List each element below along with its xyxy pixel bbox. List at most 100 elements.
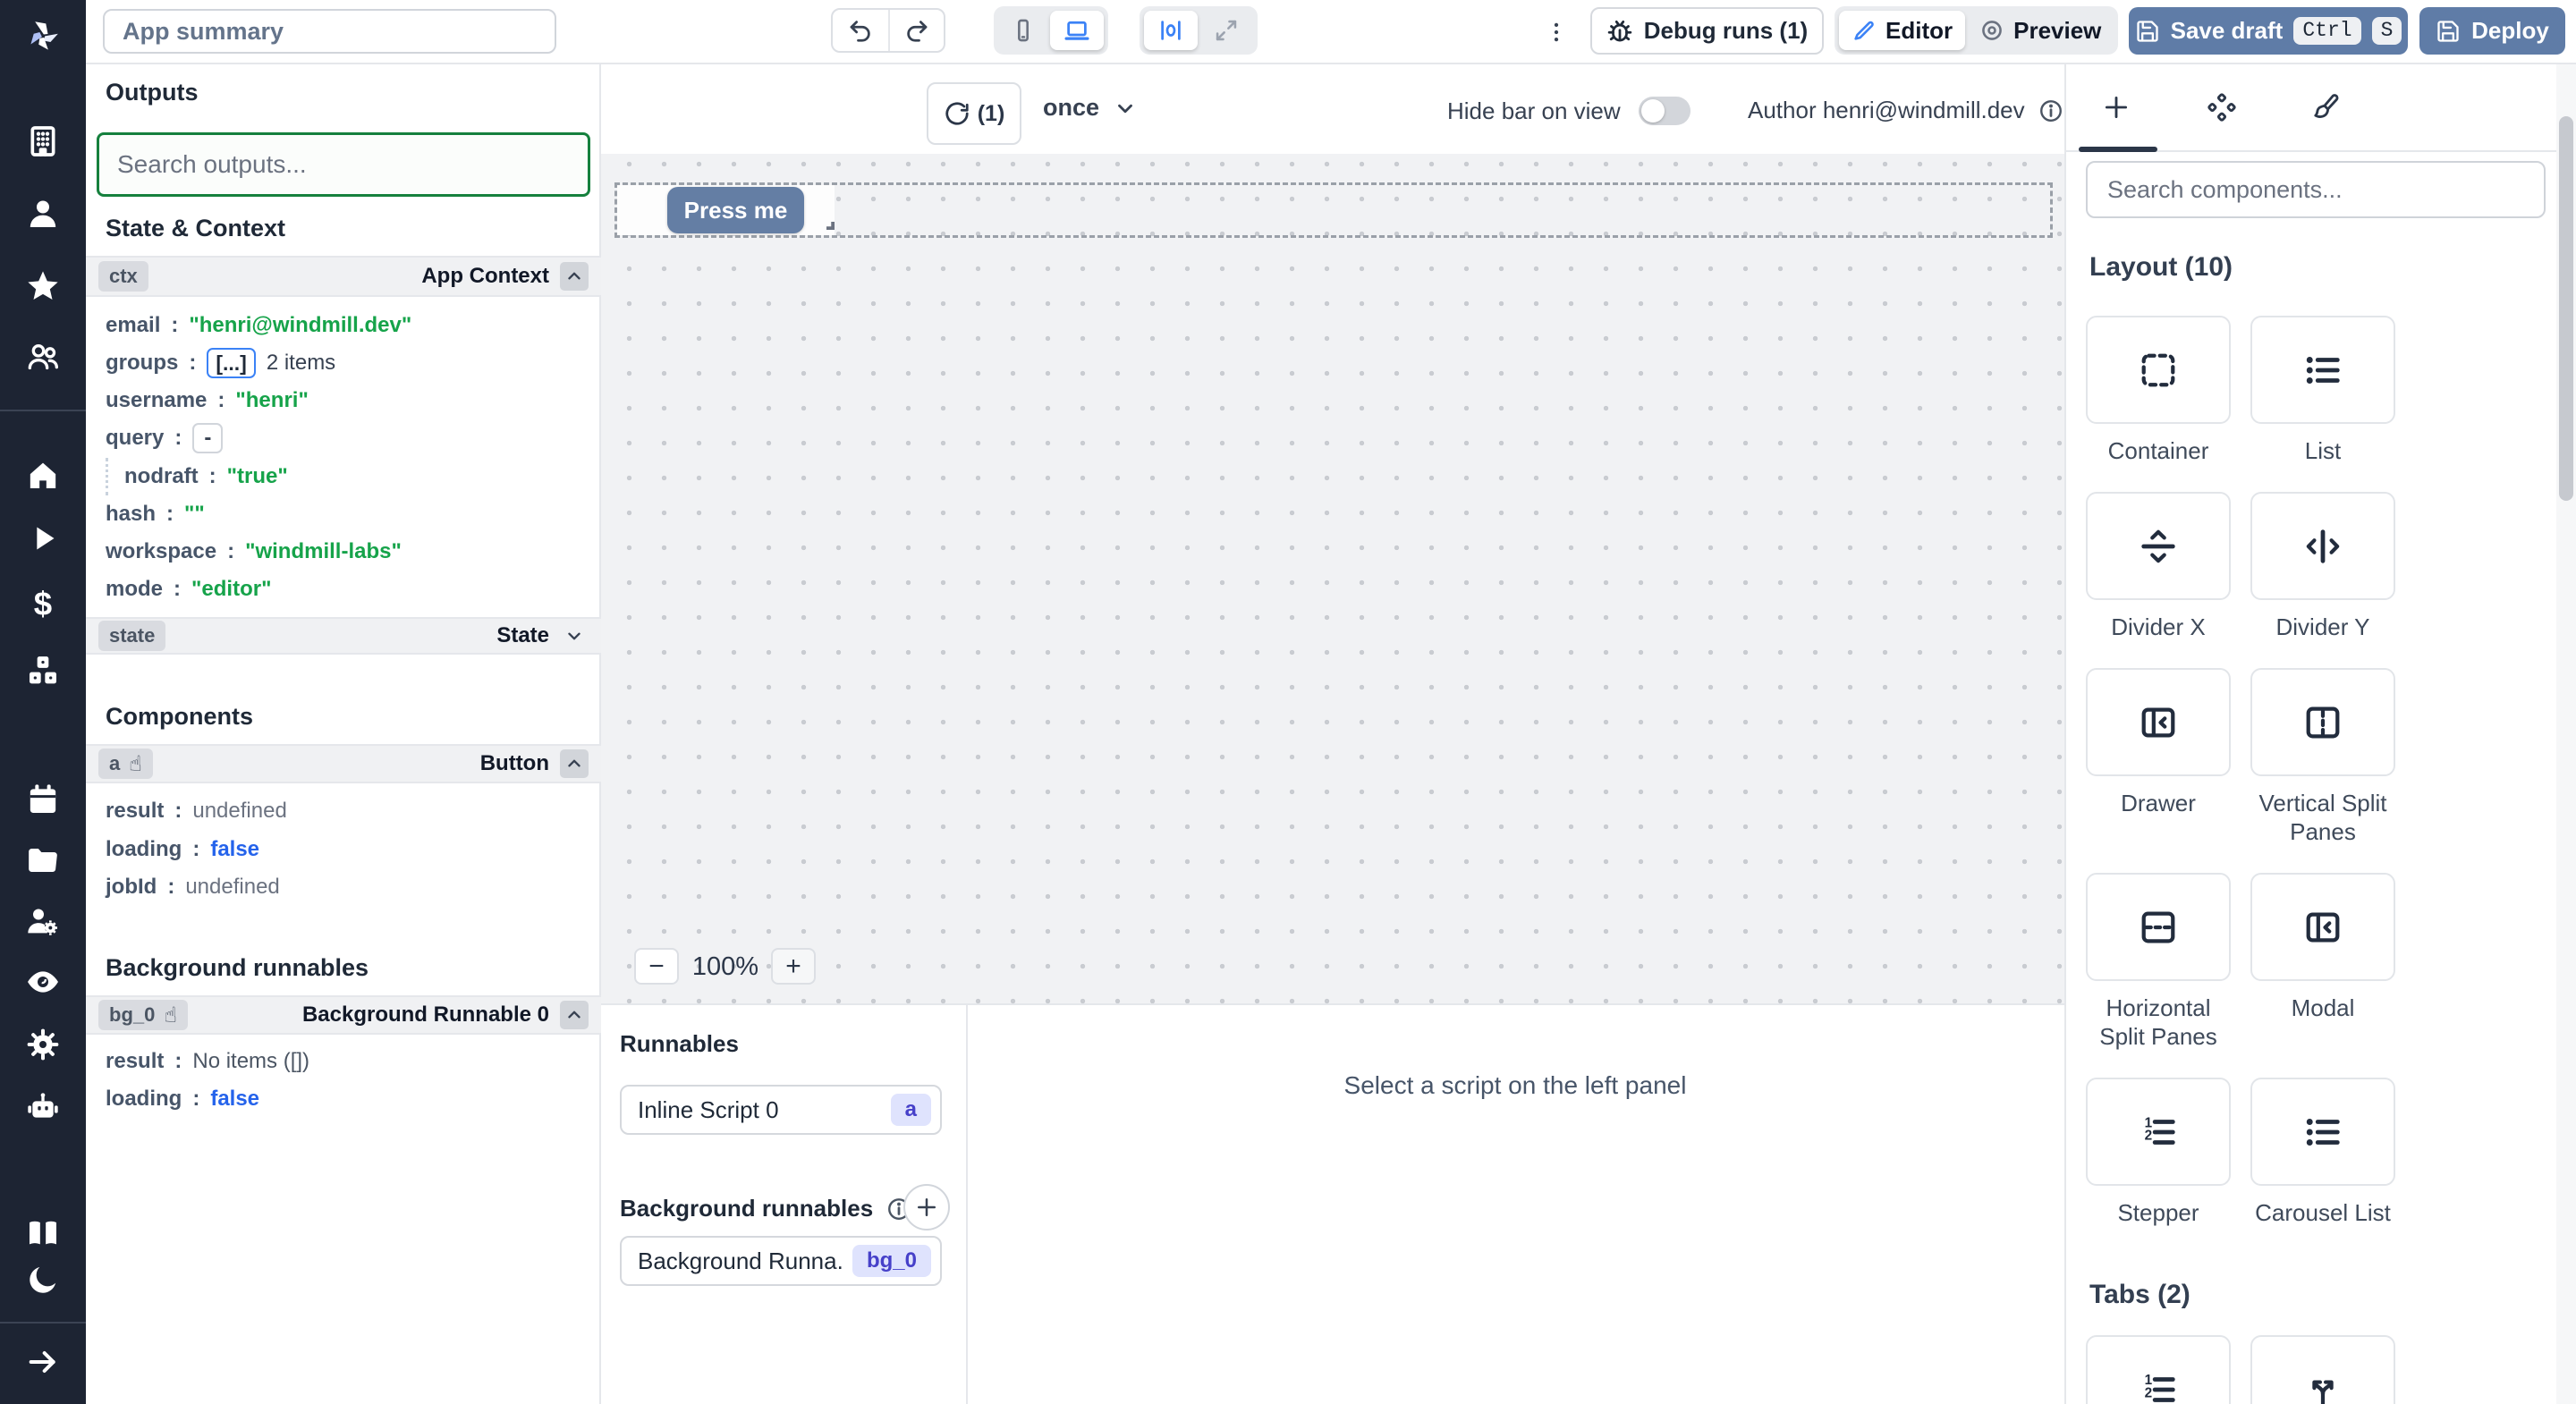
ctx-row-groups: groups: [...] 2 items — [86, 344, 601, 382]
preview-label: Preview — [2013, 16, 2102, 44]
folders-icon[interactable] — [25, 842, 61, 878]
state-section-row[interactable]: state State — [86, 617, 601, 655]
variables-dollar-icon[interactable]: $ — [25, 586, 61, 622]
editor-label: Editor — [1885, 16, 1953, 44]
desktop-view-button[interactable] — [1050, 11, 1104, 50]
tab-editor[interactable]: Editor — [1839, 11, 1966, 50]
component-card-modal[interactable]: Modal — [2250, 873, 2395, 1051]
redo-icon — [907, 21, 928, 42]
component-card-carousel-list[interactable]: Carousel List — [2250, 1078, 2395, 1227]
component-card-conditional-tabs[interactable] — [2250, 1335, 2395, 1404]
collapse-arrow-right-icon[interactable] — [25, 1344, 61, 1380]
fullwidth-button[interactable] — [1199, 11, 1253, 50]
bg0-row[interactable]: bg_0 ☝ Background Runnable 0 — [86, 995, 601, 1035]
runnables-title: Runnables — [620, 1030, 739, 1057]
ctx-row-workspace: workspace: "windmill-labs" — [106, 539, 402, 563]
component-card-vertical-split[interactable]: Vertical Split Panes — [2250, 668, 2395, 846]
collapse-component-a-button[interactable] — [560, 749, 589, 778]
mobile-view-button[interactable] — [998, 11, 1048, 50]
redo-button[interactable] — [887, 10, 944, 51]
save-draft-label: Save draft — [2170, 17, 2284, 44]
tab-component-settings[interactable] — [2195, 80, 2249, 134]
info-icon — [2039, 99, 2062, 122]
workspace-building-icon[interactable] — [25, 123, 61, 159]
library-scrollbar[interactable] — [2556, 64, 2576, 1404]
dark-mode-moon-icon[interactable] — [25, 1262, 61, 1298]
schedules-calendar-icon[interactable] — [25, 782, 61, 817]
component-card-horizontal-split[interactable]: Horizontal Split Panes — [2086, 873, 2231, 1051]
component-card-tabs[interactable]: 1 2 — [2086, 1335, 2231, 1404]
zoom-out-button[interactable]: − — [634, 948, 679, 985]
press-me-button[interactable]: Press me — [667, 187, 804, 233]
background-runnable-item[interactable]: Background Runna... bg_0 — [620, 1236, 942, 1286]
app-summary-input[interactable] — [103, 9, 556, 54]
bug-icon — [1607, 20, 1632, 41]
ctx-section-row[interactable]: ctx App Context — [86, 256, 601, 297]
groups-users-icon[interactable] — [25, 339, 61, 375]
home-icon[interactable] — [25, 457, 61, 493]
component-a-row[interactable]: a ☝ Button — [86, 744, 601, 783]
resize-handle-icon[interactable] — [821, 216, 837, 233]
deploy-button[interactable]: Deploy — [2419, 7, 2565, 55]
brush-icon — [2314, 94, 2339, 118]
refresh-app-button[interactable]: (1) — [927, 82, 1021, 145]
undo-redo-group — [831, 8, 945, 53]
align-center-icon — [1161, 21, 1181, 40]
add-background-runnable-button[interactable] — [903, 1184, 950, 1231]
ai-robot-icon[interactable] — [25, 1089, 61, 1125]
user-icon[interactable] — [25, 196, 61, 232]
docs-book-icon[interactable] — [25, 1215, 61, 1251]
ctx-row-mode: mode: "editor" — [106, 577, 272, 601]
app-canvas[interactable]: Press me − 100% + — [601, 154, 2064, 1003]
component-card-divider-y[interactable]: Divider Y — [2250, 492, 2395, 641]
workers-user-cog-icon[interactable] — [25, 903, 61, 939]
ctx-row-nodraft: nodraft: "true" — [86, 458, 601, 495]
debug-runs-button[interactable]: Debug runs (1) — [1590, 7, 1824, 55]
horizontal-split-icon — [2141, 911, 2175, 943]
container-icon — [2141, 353, 2175, 386]
outputs-panel: Outputs State & Context ctx App Context … — [86, 64, 601, 1404]
component-card-list[interactable]: List — [2250, 316, 2395, 465]
background-runnable-label: Background Runna... — [638, 1247, 843, 1274]
collapse-ctx-button[interactable] — [560, 262, 589, 291]
resources-boxes-icon[interactable] — [25, 653, 61, 689]
stepper-icon: 1 2 — [2145, 1115, 2175, 1145]
hide-bar-toggle[interactable] — [1638, 97, 1690, 125]
search-outputs-input[interactable] — [97, 132, 590, 197]
windmill-logo-icon[interactable] — [23, 16, 63, 55]
ctx-row-hash: hash: "" — [106, 502, 205, 526]
settings-gear-icon[interactable] — [25, 1027, 61, 1062]
center-align-button[interactable] — [1144, 11, 1198, 50]
favorites-star-icon[interactable] — [25, 268, 61, 304]
tab-insert-component[interactable] — [2089, 80, 2143, 134]
kbd-ctrl: Ctrl — [2293, 17, 2361, 45]
components-title: Components — [106, 703, 253, 730]
pointer-hand-icon: ☝ — [164, 1002, 177, 1028]
component-card-drawer[interactable]: Drawer — [2086, 668, 2231, 846]
runs-play-icon[interactable] — [25, 520, 61, 556]
tab-preview[interactable]: Preview — [1967, 11, 2114, 50]
bg0-row-result: result: No items ([]) — [106, 1049, 310, 1073]
search-components-input[interactable] — [2086, 161, 2546, 218]
component-card-container[interactable]: Container — [2086, 316, 2231, 465]
save-draft-button[interactable]: Save draft Ctrl S — [2129, 7, 2408, 55]
state-badge: state — [98, 621, 166, 651]
refresh-mode-select[interactable]: once — [1043, 94, 1137, 122]
more-menu-button[interactable] — [1537, 13, 1576, 52]
empty-object-chip[interactable]: - — [192, 423, 224, 453]
save-icon — [2136, 20, 2158, 42]
collapse-bg0-button[interactable] — [560, 1001, 589, 1029]
zoom-in-button[interactable]: + — [771, 948, 816, 985]
expand-array-chip[interactable]: [...] — [207, 348, 256, 378]
component-card-divider-x[interactable]: Divider X — [2086, 492, 2231, 641]
canvas-header: (1) once Hide bar on view Author henri@w… — [601, 64, 2064, 154]
drawer-icon — [2141, 707, 2175, 737]
undo-button[interactable] — [833, 10, 888, 51]
component-library-panel: Layout (10) Container List Divider X — [2064, 64, 2576, 1404]
scrollbar-thumb[interactable] — [2559, 116, 2573, 501]
inline-script-item[interactable]: Inline Script 0 a — [620, 1085, 942, 1135]
tab-styling[interactable] — [2299, 80, 2352, 134]
expand-state-button[interactable] — [560, 622, 589, 650]
component-card-stepper[interactable]: 1 2 Stepper — [2086, 1078, 2231, 1227]
audit-eye-icon[interactable] — [25, 964, 61, 1000]
